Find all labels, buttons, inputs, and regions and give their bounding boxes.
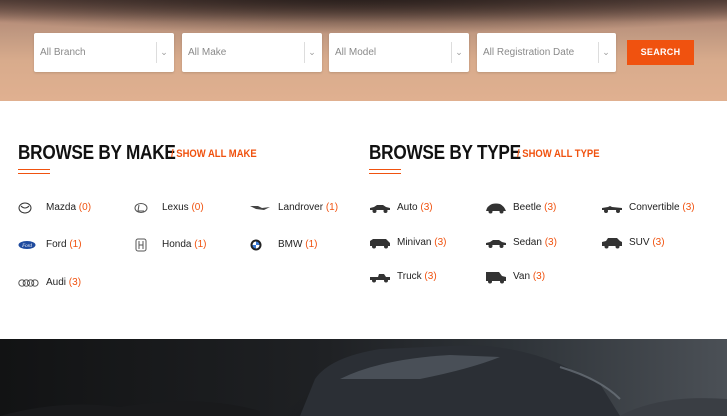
type-name: Sedan (513, 237, 542, 248)
svg-text:Ford: Ford (21, 244, 32, 249)
make-name: Ford (46, 239, 67, 250)
audi-logo-icon (18, 279, 39, 287)
make-select[interactable]: All Make ⌄ (182, 33, 322, 72)
make-name: Audi (46, 277, 67, 288)
type-name: Truck (397, 271, 422, 282)
featured-car-banner (0, 339, 727, 416)
truck-icon (370, 274, 390, 283)
chevron-down-icon: ⌄ (455, 47, 463, 57)
make-select-value: All Make (188, 47, 227, 58)
search-hero: All Branch ⌄ All Make ⌄ All Model ⌄ All … (0, 0, 727, 101)
make-count: (3) (68, 277, 82, 288)
type-count: (3) (544, 202, 557, 213)
title-underline (18, 173, 50, 174)
type-count: (3) (420, 202, 433, 213)
bmw-logo-icon (250, 239, 262, 251)
type-count: (3) (424, 271, 437, 282)
browse-by-type-title: BROWSE BY TYPE (369, 142, 521, 164)
registration-date-select-value: All Registration Date (483, 47, 575, 58)
search-button[interactable]: SEARCH (627, 40, 694, 65)
beetle-car-icon (486, 203, 506, 214)
suv-car-icon (602, 238, 622, 249)
type-name: Minivan (397, 237, 432, 248)
make-name: Lexus (162, 202, 189, 213)
sports-car-image (0, 345, 727, 416)
type-count: (3) (434, 237, 447, 248)
make-count: (0) (78, 202, 92, 213)
show-all-type-link[interactable]: / SHOW ALL TYPE (517, 148, 600, 160)
make-count: (1) (325, 202, 339, 213)
type-count: (3) (532, 271, 546, 282)
honda-logo-icon (135, 238, 147, 252)
type-name: Convertible (629, 202, 680, 213)
landrover-logo-icon (250, 206, 270, 210)
title-underline (369, 169, 401, 170)
chevron-down-icon: ⌄ (160, 47, 168, 57)
show-all-make-link[interactable]: / SHOW ALL MAKE (171, 148, 257, 160)
mazda-logo-icon (18, 202, 32, 214)
branch-select-value: All Branch (40, 47, 86, 58)
registration-date-select[interactable]: All Registration Date ⌄ (477, 33, 616, 72)
make-name: BMW (278, 239, 303, 250)
title-underline (369, 173, 401, 174)
make-count: (1) (305, 239, 318, 250)
chevron-down-icon: ⌄ (602, 47, 610, 57)
browse-by-make-title: BROWSE BY MAKE (18, 142, 176, 164)
type-name: Auto (397, 202, 418, 213)
type-count: (3) (682, 202, 695, 213)
minivan-icon (370, 239, 390, 249)
sedan-car-icon (486, 240, 506, 248)
type-name: Van (513, 271, 531, 282)
auto-car-icon (370, 205, 390, 213)
make-count: (1) (194, 239, 207, 250)
title-underline (18, 169, 50, 170)
chevron-down-icon: ⌄ (308, 47, 316, 57)
type-count: (3) (544, 237, 557, 248)
type-name: SUV (629, 237, 650, 248)
make-count: (0) (191, 202, 204, 213)
make-name: Honda (162, 239, 192, 250)
make-count: (1) (69, 239, 82, 250)
type-name: Beetle (513, 202, 542, 213)
make-name: Mazda (46, 202, 77, 213)
convertible-car-icon (602, 206, 622, 213)
van-icon (486, 272, 506, 284)
model-select-value: All Model (335, 47, 377, 58)
lexus-logo-icon (134, 203, 148, 213)
make-name: Landrover (278, 202, 324, 213)
branch-select[interactable]: All Branch ⌄ (34, 33, 174, 72)
model-select[interactable]: All Model ⌄ (329, 33, 469, 72)
ford-logo-icon: Ford (18, 241, 36, 249)
type-count: (3) (652, 237, 665, 248)
